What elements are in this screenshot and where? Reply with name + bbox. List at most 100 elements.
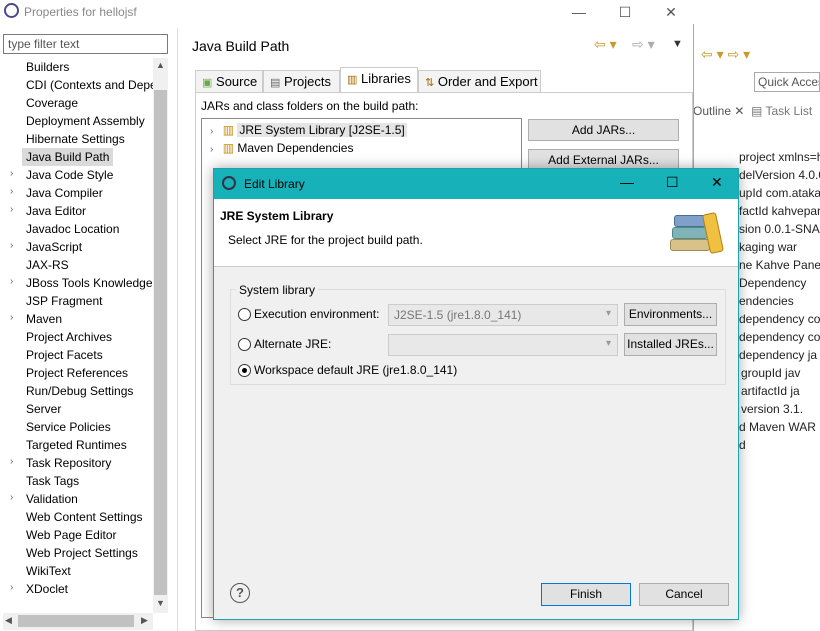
- outline-line[interactable]: d: [739, 438, 746, 452]
- expand-arrow-icon[interactable]: ›: [10, 276, 13, 287]
- outline-line[interactable]: kaging war: [739, 240, 797, 254]
- nav-item[interactable]: Deployment Assembly: [26, 112, 145, 130]
- outline-line[interactable]: artifactId ja: [741, 384, 800, 398]
- outline-line[interactable]: dependency co: [739, 312, 820, 326]
- nav-item[interactable]: Builders: [26, 58, 69, 76]
- properties-title: Properties for hellojsf: [24, 5, 137, 19]
- outline-line[interactable]: ne Kahve Panel: [739, 258, 820, 272]
- scroll-right-icon[interactable]: ▶: [141, 615, 148, 626]
- outline-line[interactable]: dependency ja: [739, 348, 817, 362]
- nav-back-icon[interactable]: ⇦ ▾ ⇨ ▾: [701, 46, 750, 63]
- nav-item[interactable]: Service Policies: [26, 418, 111, 436]
- outline-line[interactable]: version 3.1.: [741, 402, 803, 416]
- dialog-close-button[interactable]: ✕: [711, 174, 723, 191]
- task-list-tab[interactable]: ▤ Task List: [751, 104, 812, 118]
- tab-libraries[interactable]: ▥ Libraries: [340, 67, 418, 92]
- expand-arrow-icon[interactable]: ›: [10, 312, 13, 323]
- outline-line[interactable]: upId com.ataka: [739, 186, 820, 200]
- help-icon[interactable]: ?: [230, 583, 250, 603]
- dialog-maximize-button[interactable]: ☐: [666, 174, 679, 191]
- outline-line[interactable]: d Maven WAR: [739, 420, 816, 434]
- nav-item[interactable]: Web Page Editor: [26, 526, 117, 544]
- dialog-minimize-button[interactable]: —: [620, 174, 634, 190]
- library-icon: ▥: [222, 141, 235, 155]
- filter-input[interactable]: type filter text: [3, 34, 168, 54]
- page-forward-icon[interactable]: ⇨ ▾: [632, 36, 655, 53]
- outline-line[interactable]: dependency co: [739, 330, 820, 344]
- nav-hscroll-thumb[interactable]: [18, 615, 134, 627]
- library-icon: ▥: [222, 123, 235, 137]
- nav-item[interactable]: JBoss Tools Knowledge: [26, 274, 153, 292]
- scroll-left-icon[interactable]: ◀: [5, 615, 12, 626]
- expand-arrow-icon[interactable]: ›: [210, 126, 213, 137]
- nav-item[interactable]: Server: [26, 400, 61, 418]
- outline-line[interactable]: Dependency: [739, 276, 806, 290]
- tree-row-jre[interactable]: › ▥ JRE System Library [J2SE-1.5]: [210, 121, 407, 139]
- nav-item[interactable]: Targeted Runtimes: [26, 436, 127, 454]
- nav-item[interactable]: JavaScript: [26, 238, 82, 256]
- outline-line[interactable]: project xmlns=http://r: [739, 150, 820, 164]
- nav-item[interactable]: JAX-RS: [26, 256, 69, 274]
- installed-jres-button[interactable]: Installed JREs...: [624, 333, 717, 356]
- quick-access-input[interactable]: Quick Access: [754, 72, 820, 92]
- outline-line[interactable]: delVersion 4.0.0: [739, 168, 820, 182]
- nav-item[interactable]: Javadoc Location: [26, 220, 119, 238]
- scroll-down-icon[interactable]: ▼: [156, 598, 165, 608]
- expand-arrow-icon[interactable]: ›: [10, 168, 13, 179]
- maximize-button[interactable]: ☐: [602, 0, 648, 24]
- tab-projects[interactable]: ▤ Projects: [263, 70, 340, 92]
- page-back-icon[interactable]: ⇦ ▾: [594, 36, 617, 53]
- nav-item[interactable]: JSP Fragment: [26, 292, 102, 310]
- expand-arrow-icon[interactable]: ›: [10, 186, 13, 197]
- close-button[interactable]: ✕: [648, 0, 694, 24]
- outline-line[interactable]: factId kahvepar: [739, 204, 820, 218]
- workspace-default-radio[interactable]: [238, 364, 251, 377]
- outline-line[interactable]: endencies: [739, 294, 794, 308]
- nav-item[interactable]: Run/Debug Settings: [26, 382, 133, 400]
- nav-item[interactable]: Java Compiler: [26, 184, 103, 202]
- view-menu-icon[interactable]: ▼: [672, 38, 683, 50]
- nav-item[interactable]: Maven: [26, 310, 62, 328]
- expand-arrow-icon[interactable]: ›: [210, 144, 213, 155]
- finish-button[interactable]: Finish: [541, 583, 631, 606]
- dialog-subheading: Select JRE for the project build path.: [228, 233, 423, 247]
- minimize-button[interactable]: —: [556, 0, 602, 24]
- alternate-jre-select[interactable]: ▾: [388, 334, 618, 356]
- eclipse-icon: [4, 3, 19, 18]
- tab-source[interactable]: ▣ Source: [195, 70, 263, 92]
- nav-item[interactable]: WikiText: [26, 562, 71, 580]
- alternate-jre-radio[interactable]: [238, 338, 251, 351]
- nav-item[interactable]: CDI (Contexts and Depe: [26, 76, 157, 94]
- add-jars-button[interactable]: Add JARs...: [528, 119, 679, 141]
- nav-scroll-thumb[interactable]: [154, 90, 167, 595]
- outline-line[interactable]: groupId jav: [741, 366, 800, 380]
- nav-item[interactable]: Coverage: [26, 94, 78, 112]
- nav-item[interactable]: Web Project Settings: [26, 544, 138, 562]
- cancel-button[interactable]: Cancel: [639, 583, 729, 606]
- scroll-up-icon[interactable]: ▲: [156, 60, 165, 70]
- environments-button[interactable]: Environments...: [624, 303, 717, 326]
- nav-item[interactable]: Web Content Settings: [26, 508, 143, 526]
- nav-item[interactable]: Hibernate Settings: [26, 130, 125, 148]
- nav-item[interactable]: Java Code Style: [26, 166, 113, 184]
- nav-item[interactable]: Project Archives: [26, 328, 112, 346]
- nav-item[interactable]: Task Tags: [26, 472, 79, 490]
- outline-line[interactable]: sion 0.0.1-SNAP: [739, 222, 820, 236]
- expand-arrow-icon[interactable]: ›: [10, 492, 13, 503]
- nav-item[interactable]: Project Facets: [26, 346, 103, 364]
- outline-tab[interactable]: Outline ✕: [693, 104, 744, 118]
- nav-item[interactable]: Java Build Path: [22, 148, 114, 166]
- nav-item[interactable]: Project References: [26, 364, 128, 382]
- nav-item[interactable]: Java Editor: [26, 202, 86, 220]
- expand-arrow-icon[interactable]: ›: [10, 456, 13, 467]
- expand-arrow-icon[interactable]: ›: [10, 582, 13, 593]
- execution-environment-select[interactable]: J2SE-1.5 (jre1.8.0_141) ▾: [388, 304, 618, 326]
- tab-order-export[interactable]: ⇅ Order and Export: [418, 70, 541, 92]
- expand-arrow-icon[interactable]: ›: [10, 204, 13, 215]
- nav-item[interactable]: Validation: [26, 490, 78, 508]
- nav-item[interactable]: Task Repository: [26, 454, 111, 472]
- tree-row-maven[interactable]: › ▥ Maven Dependencies: [210, 139, 353, 157]
- execution-environment-radio[interactable]: [238, 308, 251, 321]
- expand-arrow-icon[interactable]: ›: [10, 240, 13, 251]
- nav-item[interactable]: XDoclet: [26, 580, 68, 598]
